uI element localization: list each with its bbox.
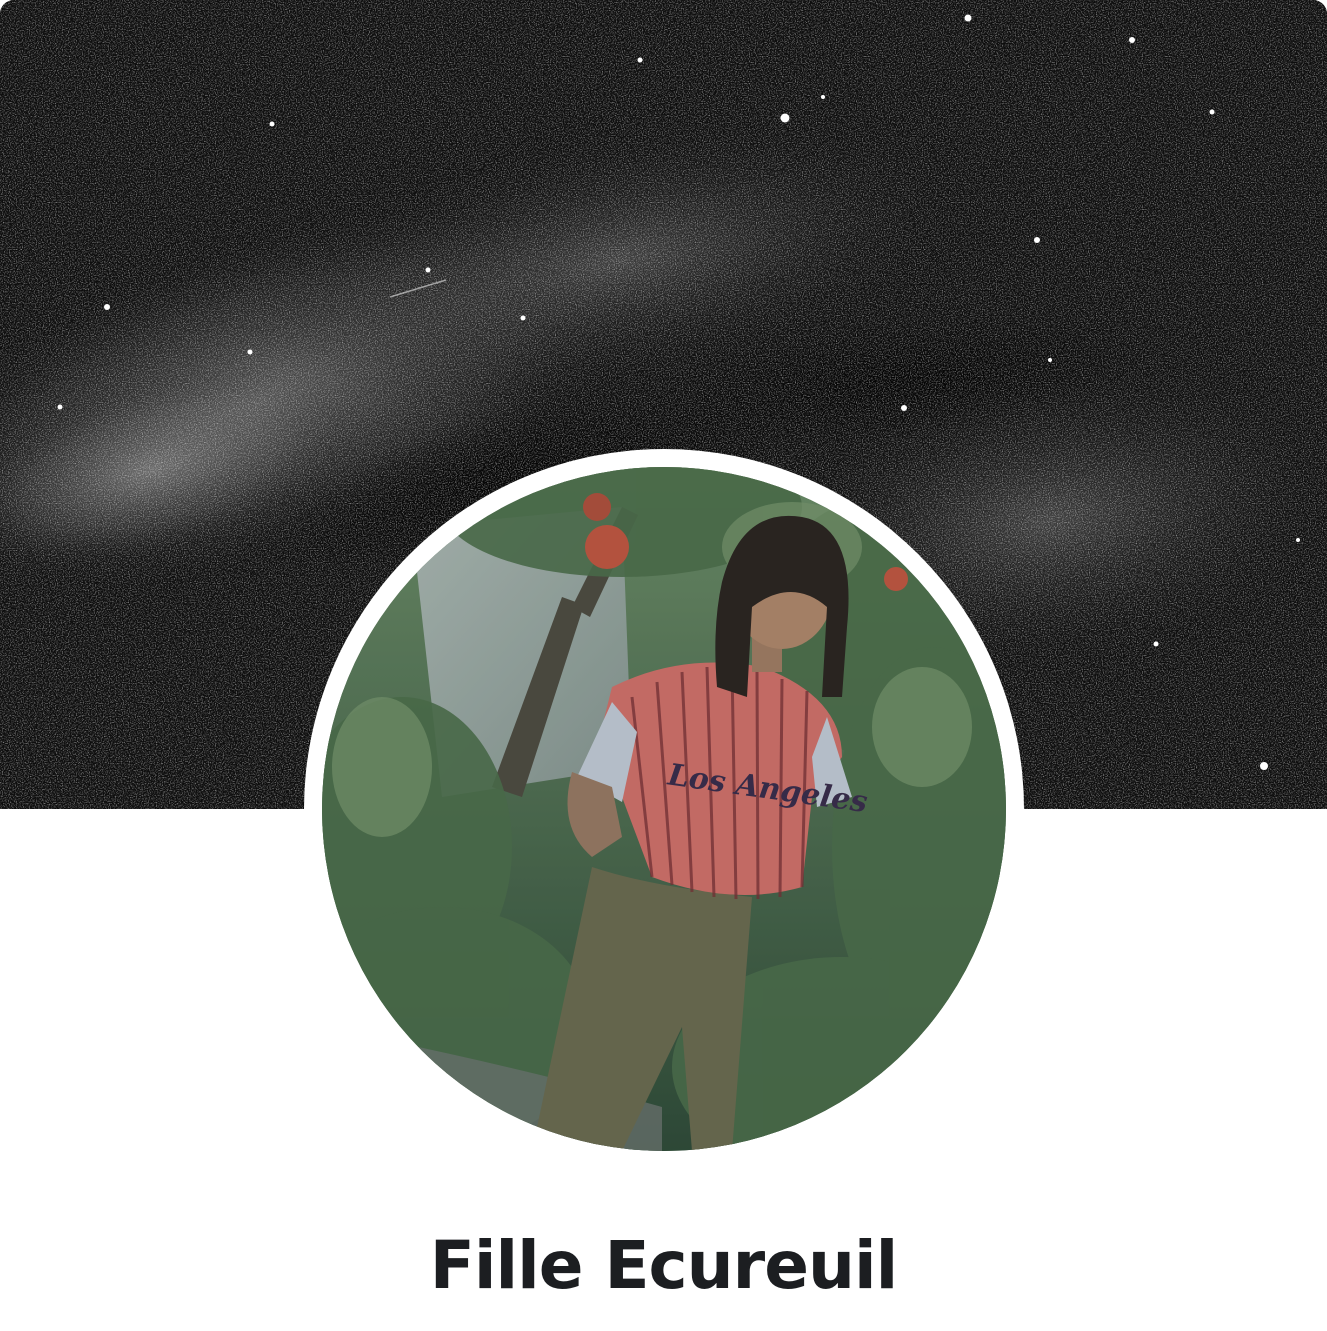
profile-name[interactable]: Fille Ecureuil [0, 1226, 1327, 1306]
avatar-photo-image: Los Angeles [322, 467, 1006, 1151]
profile-header: Los Angeles Fille Ecureuil [0, 0, 1327, 1331]
profile-avatar[interactable]: Los Angeles [322, 467, 1006, 1151]
